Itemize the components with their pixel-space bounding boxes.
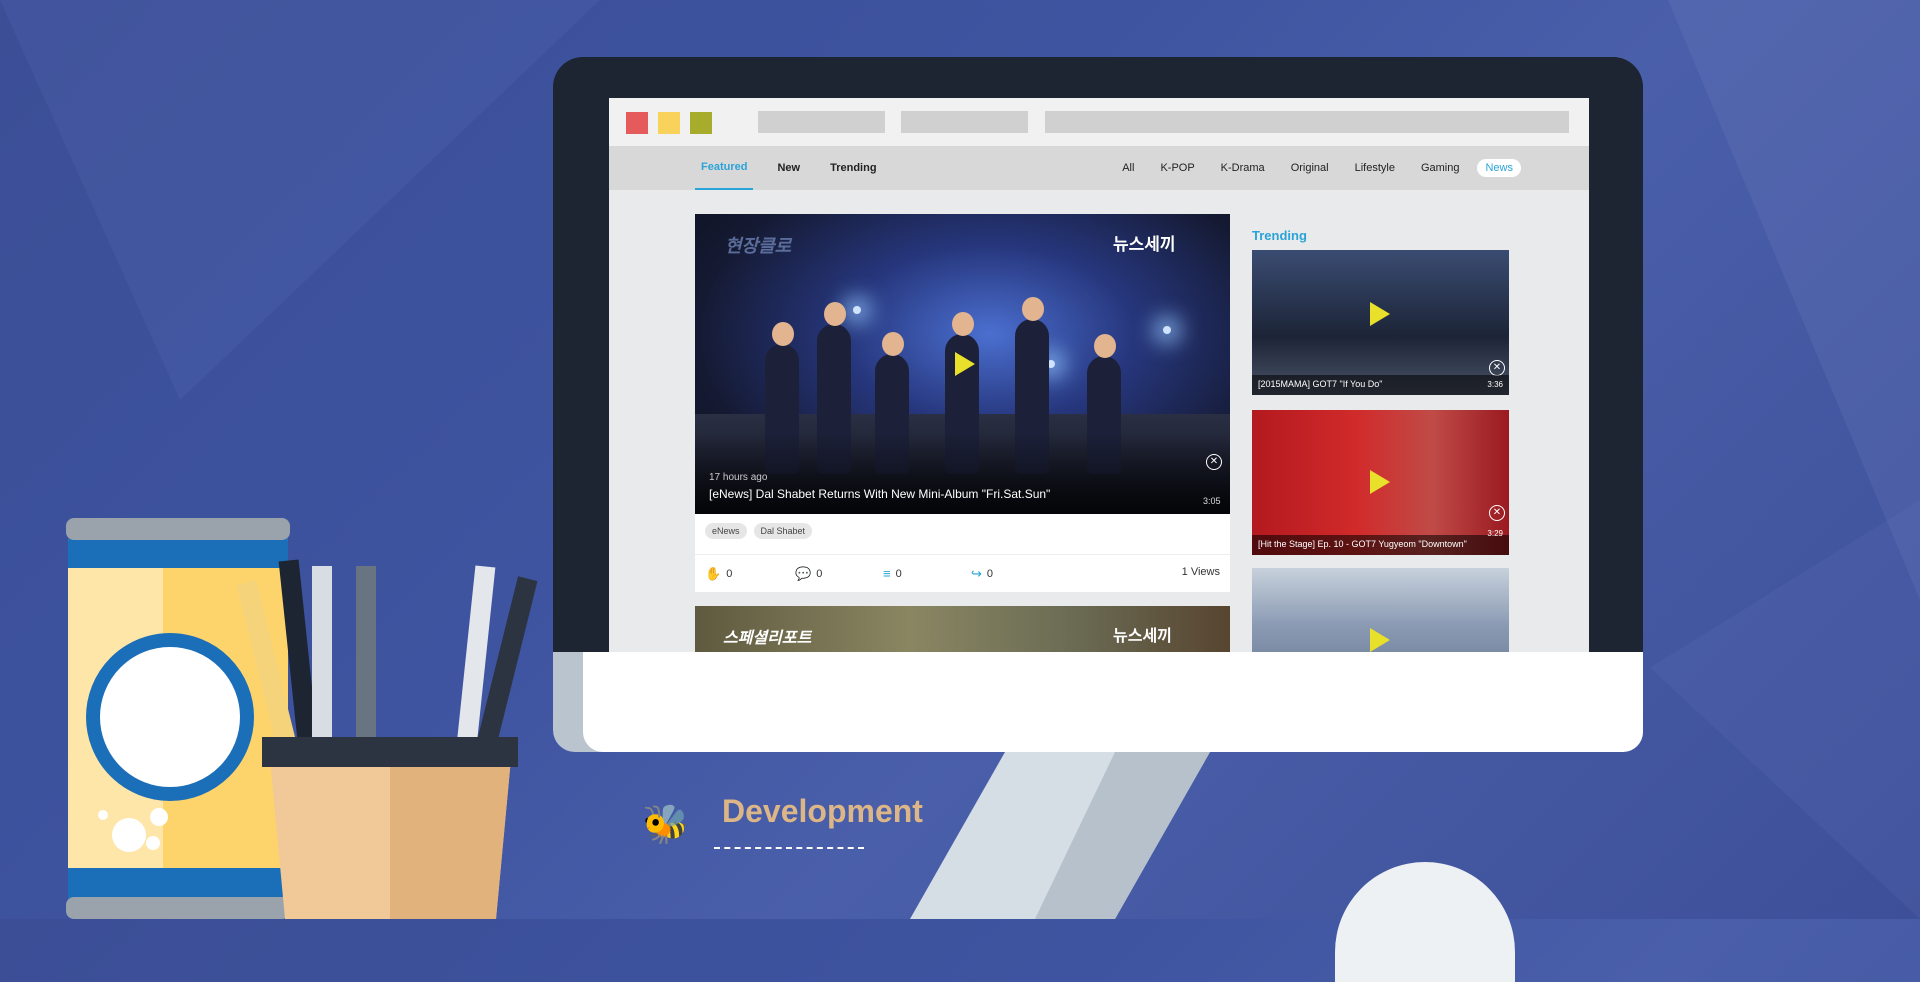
- monitor-chin-face: [583, 652, 1643, 752]
- bubble: [98, 810, 108, 820]
- bg-polygon: [1650, 500, 1920, 919]
- main-tabs: Featured New Trending: [695, 146, 901, 190]
- stage-light: [853, 306, 861, 314]
- tag[interactable]: Dal Shabet: [753, 523, 813, 539]
- can-cap: [66, 897, 290, 919]
- trending-item[interactable]: ✕ [2015MAMA] GOT7 "If You Do" 3:36: [1252, 250, 1509, 395]
- tab-featured[interactable]: Featured: [695, 146, 754, 190]
- category-tabs: All K-POP K-Drama Original Lifestyle Gam…: [1104, 146, 1521, 190]
- playlist-button[interactable]: ≡ 0: [883, 566, 902, 581]
- channel-watermark-left: 현장클로: [725, 236, 792, 256]
- play-icon[interactable]: [1370, 628, 1390, 652]
- trending-title: [Hit the Stage] Ep. 10 - GOT7 Yugyeom "D…: [1258, 539, 1467, 549]
- trending-heading: Trending: [1252, 228, 1307, 243]
- address-bar[interactable]: [1045, 111, 1569, 133]
- screen: Featured New Trending All K-POP K-Drama …: [609, 98, 1589, 652]
- close-icon[interactable]: ✕: [1489, 505, 1505, 521]
- channel-watermark: 뉴스세끼: [1113, 628, 1172, 645]
- trending-title: [2015MAMA] GOT7 "If You Do": [1258, 379, 1383, 389]
- category-kdrama[interactable]: K-Drama: [1213, 159, 1273, 177]
- video-actions: ✋ 0 💬 0 ≡ 0 ↪ 0 1 Views: [695, 554, 1230, 593]
- browser-tab-placeholder[interactable]: [758, 111, 885, 133]
- minimize-window-dot[interactable]: [658, 112, 680, 134]
- category-lifestyle[interactable]: Lifestyle: [1347, 159, 1403, 177]
- trending-duration: 3:29: [1487, 529, 1503, 538]
- bubble: [146, 836, 160, 850]
- category-gaming[interactable]: Gaming: [1413, 159, 1468, 177]
- close-icon[interactable]: ✕: [1206, 454, 1222, 470]
- share-icon: ↪: [971, 566, 982, 581]
- development-label: Development: [722, 793, 923, 829]
- maximize-window-dot[interactable]: [690, 112, 712, 134]
- play-icon[interactable]: [1370, 470, 1390, 494]
- play-icon[interactable]: [955, 352, 975, 376]
- trending-item[interactable]: ✕ [Hit the Stage] Ep. 10 - GOT7 Yugyeom …: [1252, 410, 1509, 555]
- browser-titlebar: [609, 98, 1589, 146]
- video-caption-overlay: [695, 434, 1230, 514]
- mouse: [1335, 862, 1515, 982]
- play-icon[interactable]: [1370, 302, 1390, 326]
- video-time-ago: 17 hours ago: [709, 472, 768, 483]
- video-title[interactable]: [eNews] Dal Shabet Returns With New Mini…: [709, 487, 1050, 501]
- category-original[interactable]: Original: [1283, 159, 1337, 177]
- bubble: [112, 818, 146, 852]
- tab-trending[interactable]: Trending: [824, 146, 882, 190]
- like-count: 0: [726, 568, 733, 580]
- trending-caption: [2015MAMA] GOT7 "If You Do" 3:36: [1252, 375, 1509, 395]
- category-news[interactable]: News: [1477, 159, 1521, 177]
- category-all[interactable]: All: [1114, 159, 1142, 177]
- dashed-line: [714, 847, 864, 849]
- tag[interactable]: eNews: [705, 523, 747, 539]
- tab-new[interactable]: New: [771, 146, 806, 190]
- browser-tab-placeholder[interactable]: [901, 111, 1028, 133]
- video-duration: 3:05: [1203, 496, 1221, 506]
- can-cap: [66, 518, 290, 540]
- pencil-cup-rim: [262, 737, 518, 767]
- playlist-count: 0: [895, 567, 902, 580]
- share-button[interactable]: ↪ 0: [971, 566, 993, 582]
- channel-watermark: 뉴스세끼: [1113, 235, 1176, 254]
- close-window-dot[interactable]: [626, 112, 648, 134]
- like-button[interactable]: ✋ 0: [705, 566, 732, 582]
- featured-video-card: 현장클로 뉴스세끼 ✕ 17 hours ago [eNews] Dal Sha…: [695, 214, 1230, 592]
- trending-caption: [Hit the Stage] Ep. 10 - GOT7 Yugyeom "D…: [1252, 529, 1509, 555]
- stage-light: [1163, 326, 1171, 334]
- tag-list: eNews Dal Shabet: [705, 523, 819, 539]
- pencil: [312, 566, 332, 746]
- bubble: [150, 808, 168, 826]
- view-count: 1 Views: [1181, 566, 1220, 578]
- comment-count: 0: [816, 568, 823, 580]
- category-navbar: Featured New Trending All K-POP K-Drama …: [609, 146, 1589, 190]
- share-count: 0: [986, 568, 994, 580]
- close-icon[interactable]: ✕: [1489, 360, 1505, 376]
- comment-icon: 💬: [795, 566, 812, 581]
- pencil: [356, 566, 376, 746]
- comment-button[interactable]: 💬 0: [795, 566, 822, 582]
- trending-duration: 3:36: [1487, 380, 1503, 389]
- can-logo-ring: [86, 633, 254, 801]
- video-thumbnail[interactable]: 현장클로 뉴스세끼 ✕ 17 hours ago [eNews] Dal Sha…: [695, 214, 1230, 514]
- second-video-card[interactable]: 스페셜리포트 뉴스세끼: [695, 606, 1230, 652]
- channel-watermark-left: 스페셜리포트: [723, 630, 812, 647]
- playlist-icon: ≡: [883, 566, 891, 581]
- bg-polygon: [0, 0, 600, 400]
- trending-item[interactable]: [1252, 568, 1509, 652]
- category-kpop[interactable]: K-POP: [1152, 159, 1202, 177]
- clap-icon: ✋: [705, 566, 722, 581]
- bee-icon: 🐝: [642, 804, 690, 846]
